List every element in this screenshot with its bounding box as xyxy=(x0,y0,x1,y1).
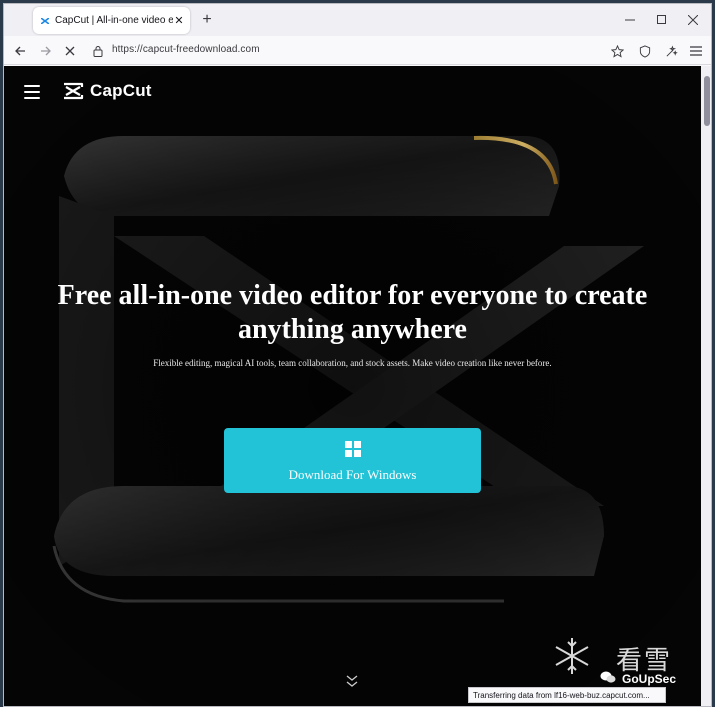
new-tab-button[interactable]: + xyxy=(196,9,218,31)
back-icon[interactable] xyxy=(9,40,31,62)
minimize-icon[interactable] xyxy=(620,10,640,30)
download-for-windows-button[interactable]: Download For Windows xyxy=(224,428,481,493)
browser-window: CapCut | All-in-one video editor ✕ + htt… xyxy=(3,3,712,707)
tab-close-icon[interactable]: ✕ xyxy=(173,15,185,27)
url-input[interactable]: https://capcut-freedownload.com xyxy=(112,44,260,55)
stop-loading-icon[interactable] xyxy=(59,40,81,62)
lock-icon[interactable] xyxy=(91,43,105,59)
scroll-down-chevron-icon[interactable] xyxy=(345,674,359,688)
wechat-icon xyxy=(600,671,616,683)
watermark: 看雪 GoUpSec xyxy=(552,632,701,692)
hero-subline: Flexible editing, magical AI tools, team… xyxy=(153,358,552,368)
forward-icon[interactable] xyxy=(35,40,57,62)
status-bar-text: Transferring data from lf16-web-buz.capc… xyxy=(468,687,666,703)
watermark-text: GoUpSec xyxy=(622,672,677,686)
close-icon[interactable] xyxy=(683,10,703,30)
brand-name: CapCut xyxy=(90,81,152,100)
menu-icon[interactable] xyxy=(685,40,707,62)
capcut-favicon-icon xyxy=(41,17,49,24)
hero-headline: Free all-in-one video editor for everyon… xyxy=(57,280,648,345)
capcut-logo-background xyxy=(4,66,701,706)
download-button-label: Download For Windows xyxy=(288,466,417,482)
windows-logo-icon xyxy=(344,440,361,457)
extensions-icon[interactable] xyxy=(660,40,682,62)
tab-strip: CapCut | All-in-one video editor ✕ + xyxy=(4,4,711,36)
maximize-icon[interactable] xyxy=(652,10,672,30)
browser-tab[interactable]: CapCut | All-in-one video editor ✕ xyxy=(33,7,190,34)
page-scrollbar[interactable] xyxy=(701,66,711,706)
scrollbar-thumb[interactable] xyxy=(704,76,710,126)
page-viewport: CapCut Free all-in-one video editor for … xyxy=(4,66,701,706)
capcut-brand-logo[interactable]: CapCut xyxy=(62,79,152,103)
capcut-logo-icon xyxy=(64,82,84,100)
hamburger-menu-icon[interactable] xyxy=(24,85,40,99)
navigation-bar: https://capcut-freedownload.com xyxy=(4,36,711,65)
snowflake-icon xyxy=(555,638,589,674)
shield-icon[interactable] xyxy=(634,40,656,62)
bookmark-star-icon[interactable] xyxy=(606,40,628,62)
tab-title: CapCut | All-in-one video editor xyxy=(55,15,173,26)
